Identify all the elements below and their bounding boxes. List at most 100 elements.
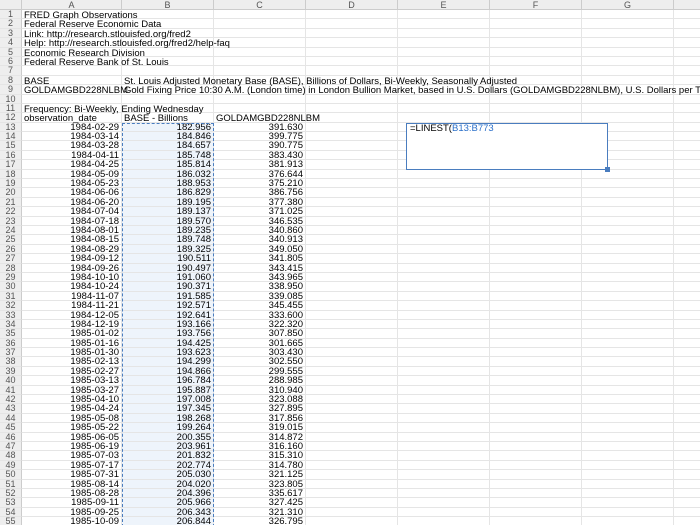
- cell[interactable]: [490, 104, 582, 113]
- cell[interactable]: [214, 10, 306, 19]
- cell[interactable]: [490, 179, 582, 188]
- cell[interactable]: [122, 85, 214, 94]
- cell[interactable]: 200.355: [122, 433, 214, 442]
- cell[interactable]: [582, 357, 674, 366]
- cell[interactable]: [674, 19, 700, 28]
- cell[interactable]: [674, 57, 700, 66]
- cell[interactable]: 204.396: [122, 489, 214, 498]
- cell[interactable]: [582, 489, 674, 498]
- cell[interactable]: 203.961: [122, 442, 214, 451]
- cell[interactable]: [490, 386, 582, 395]
- cell[interactable]: 1984-02-29: [22, 123, 122, 132]
- cell[interactable]: [490, 226, 582, 235]
- cell[interactable]: [674, 273, 700, 282]
- cell[interactable]: [674, 517, 700, 525]
- cell[interactable]: [674, 179, 700, 188]
- cell[interactable]: 206.844: [122, 517, 214, 525]
- cell[interactable]: [22, 29, 122, 38]
- cell[interactable]: 1984-07-18: [22, 217, 122, 226]
- col-header-A[interactable]: A: [22, 0, 122, 10]
- cell[interactable]: [214, 19, 306, 28]
- cell[interactable]: [306, 404, 398, 413]
- cell[interactable]: [214, 38, 306, 47]
- cell[interactable]: 376.644: [214, 170, 306, 179]
- cell[interactable]: [674, 85, 700, 94]
- cell[interactable]: [582, 57, 674, 66]
- cell[interactable]: [674, 470, 700, 479]
- cell[interactable]: [582, 451, 674, 460]
- cell[interactable]: 375.210: [214, 179, 306, 188]
- cell[interactable]: [674, 188, 700, 197]
- cell[interactable]: 194.866: [122, 367, 214, 376]
- cell[interactable]: 315.310: [214, 451, 306, 460]
- cell[interactable]: [490, 489, 582, 498]
- col-header-B[interactable]: B: [122, 0, 214, 10]
- cell[interactable]: 1984-06-06: [22, 188, 122, 197]
- cell[interactable]: [582, 217, 674, 226]
- cell[interactable]: [490, 217, 582, 226]
- cell[interactable]: [306, 348, 398, 357]
- cell[interactable]: 186.829: [122, 188, 214, 197]
- cell[interactable]: 349.050: [214, 245, 306, 254]
- cell[interactable]: [674, 386, 700, 395]
- cell[interactable]: 391.630: [214, 123, 306, 132]
- cell[interactable]: 326.795: [214, 517, 306, 525]
- cell[interactable]: [398, 301, 490, 310]
- cell[interactable]: [490, 19, 582, 28]
- cell[interactable]: [398, 404, 490, 413]
- cell[interactable]: [674, 226, 700, 235]
- cell[interactable]: 316.160: [214, 442, 306, 451]
- cell[interactable]: 319.015: [214, 423, 306, 432]
- cell[interactable]: [306, 423, 398, 432]
- cell[interactable]: [122, 66, 214, 75]
- cell[interactable]: [398, 95, 490, 104]
- cell[interactable]: [22, 113, 122, 122]
- cell[interactable]: 399.775: [214, 132, 306, 141]
- cell[interactable]: [306, 498, 398, 507]
- cell[interactable]: [306, 188, 398, 197]
- cell[interactable]: 301.665: [214, 339, 306, 348]
- cell[interactable]: 383.430: [214, 151, 306, 160]
- spreadsheet-viewport[interactable]: ABCDEFGH123456789101112131984-02-29182.9…: [0, 0, 700, 525]
- cell[interactable]: [674, 489, 700, 498]
- cell[interactable]: [306, 95, 398, 104]
- cell[interactable]: [582, 311, 674, 320]
- cell[interactable]: [306, 235, 398, 244]
- cell[interactable]: 1984-12-05: [22, 311, 122, 320]
- cell[interactable]: [306, 29, 398, 38]
- cell[interactable]: [582, 376, 674, 385]
- cell[interactable]: 288.985: [214, 376, 306, 385]
- cell[interactable]: [306, 198, 398, 207]
- cell[interactable]: 1985-01-16: [22, 339, 122, 348]
- cell[interactable]: 184.657: [122, 141, 214, 150]
- cell[interactable]: 189.325: [122, 245, 214, 254]
- cell[interactable]: 1984-09-26: [22, 264, 122, 273]
- cell[interactable]: [582, 273, 674, 282]
- cell[interactable]: [674, 113, 700, 122]
- cell[interactable]: [674, 198, 700, 207]
- cell[interactable]: [306, 170, 398, 179]
- cell[interactable]: [306, 292, 398, 301]
- cell[interactable]: [306, 10, 398, 19]
- cell[interactable]: [398, 451, 490, 460]
- cell[interactable]: [214, 85, 306, 94]
- cell[interactable]: 197.345: [122, 404, 214, 413]
- cell[interactable]: [582, 66, 674, 75]
- cell[interactable]: [674, 451, 700, 460]
- cell[interactable]: [674, 357, 700, 366]
- cell[interactable]: 199.264: [122, 423, 214, 432]
- cell[interactable]: [398, 76, 490, 85]
- formula-fill-handle[interactable]: [605, 167, 610, 172]
- cell[interactable]: 190.511: [122, 254, 214, 263]
- cell[interactable]: 1985-05-22: [22, 423, 122, 432]
- cell[interactable]: 1985-09-25: [22, 508, 122, 517]
- cell[interactable]: [306, 141, 398, 150]
- cell[interactable]: [490, 10, 582, 19]
- cell[interactable]: [306, 207, 398, 216]
- cell[interactable]: [398, 386, 490, 395]
- cell[interactable]: [582, 29, 674, 38]
- cell[interactable]: [398, 57, 490, 66]
- cell[interactable]: [398, 470, 490, 479]
- cell[interactable]: 197.008: [122, 395, 214, 404]
- cell[interactable]: [306, 48, 398, 57]
